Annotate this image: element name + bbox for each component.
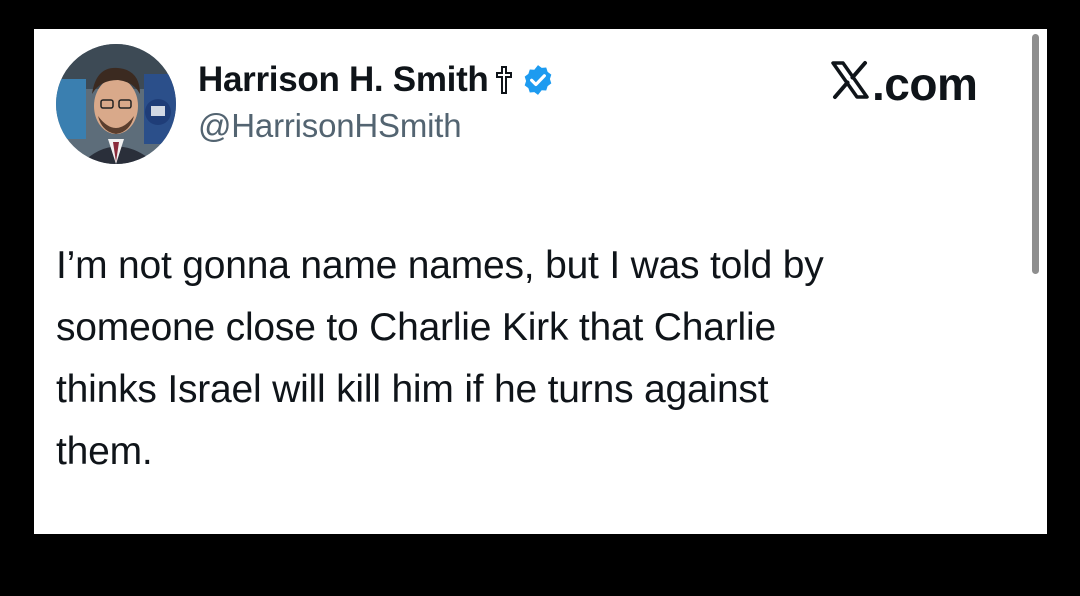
avatar[interactable] bbox=[56, 44, 176, 164]
author-handle[interactable]: @HarrisonHSmith bbox=[198, 107, 555, 145]
tweet-card: Harrison H. Smith @HarrisonHSmith .com I… bbox=[34, 29, 1047, 534]
verified-icon bbox=[521, 63, 555, 97]
cross-icon bbox=[495, 65, 513, 95]
author-display-name[interactable]: Harrison H. Smith bbox=[198, 60, 489, 100]
x-logo-icon bbox=[830, 57, 872, 111]
site-label-text: .com bbox=[872, 58, 978, 110]
avatar-image bbox=[56, 44, 176, 164]
site-label: .com bbox=[830, 57, 978, 111]
screenshot-frame: Harrison H. Smith @HarrisonHSmith .com I… bbox=[0, 0, 1080, 596]
scrollbar[interactable] bbox=[1032, 34, 1039, 274]
tweet-text: I’m not gonna name names, but I was told… bbox=[56, 244, 824, 473]
author-name-row: Harrison H. Smith bbox=[198, 55, 555, 105]
author-block[interactable]: Harrison H. Smith @HarrisonHSmith bbox=[198, 55, 555, 145]
